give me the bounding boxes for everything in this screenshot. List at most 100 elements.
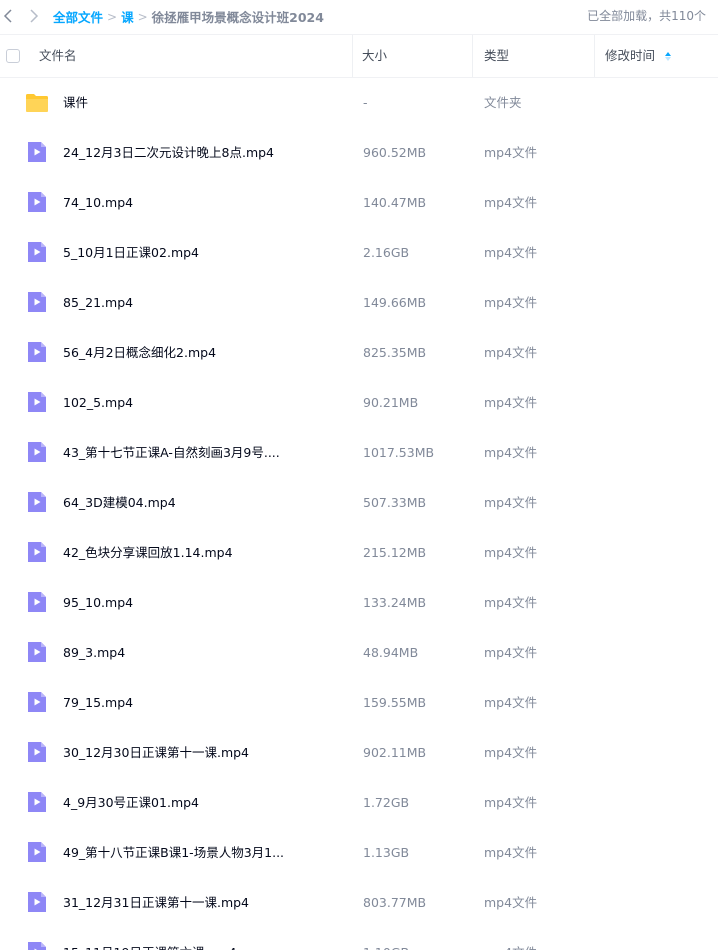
video-file-icon bbox=[25, 690, 49, 714]
breadcrumb: 全部文件 > 课 > 徐拯雁甲场景概念设计班2024 bbox=[53, 0, 324, 33]
file-row[interactable]: 15_11月19日正课第六课.mp4 1.10GB mp4文件 bbox=[0, 928, 718, 950]
file-list-header: 文件名 大小 类型 修改时间 bbox=[0, 34, 718, 78]
file-row[interactable]: 79_15.mp4 159.55MB mp4文件 bbox=[0, 678, 718, 728]
file-size: 960.52MB bbox=[363, 145, 427, 160]
file-type: mp4文件 bbox=[484, 895, 538, 910]
file-type: mp4文件 bbox=[484, 395, 538, 410]
file-row[interactable]: 85_21.mp4 149.66MB mp4文件 bbox=[0, 278, 718, 328]
file-type: mp4文件 bbox=[484, 295, 538, 310]
file-size: 215.12MB bbox=[363, 545, 427, 560]
column-divider[interactable] bbox=[472, 35, 473, 77]
breadcrumb-current: 徐拯雁甲场景概念设计班2024 bbox=[151, 10, 324, 25]
file-row[interactable]: 56_4月2日概念细化2.mp4 825.35MB mp4文件 bbox=[0, 328, 718, 378]
file-name[interactable]: 89_3.mp4 bbox=[63, 628, 125, 678]
file-name[interactable]: 79_15.mp4 bbox=[63, 678, 133, 728]
file-name[interactable]: 42_色块分享课回放1.14.mp4 bbox=[63, 528, 233, 578]
load-status-text: 已全部加载，共110个 bbox=[587, 9, 706, 23]
column-header-mtime[interactable]: 修改时间 bbox=[605, 35, 672, 77]
file-name[interactable]: 85_21.mp4 bbox=[63, 278, 133, 328]
file-size: 149.66MB bbox=[363, 295, 427, 310]
file-type: mp4文件 bbox=[484, 745, 538, 760]
file-name[interactable]: 74_10.mp4 bbox=[63, 178, 133, 228]
file-row[interactable]: 64_3D建模04.mp4 507.33MB mp4文件 bbox=[0, 478, 718, 528]
video-file-icon bbox=[25, 840, 49, 864]
file-name[interactable]: 95_10.mp4 bbox=[63, 578, 133, 628]
file-size: 1.72GB bbox=[363, 795, 410, 810]
breadcrumb-level1[interactable]: 课 bbox=[121, 7, 134, 26]
folder-icon bbox=[25, 91, 49, 115]
file-type: 文件夹 bbox=[484, 95, 522, 110]
video-file-icon bbox=[25, 790, 49, 814]
file-name[interactable]: 102_5.mp4 bbox=[63, 378, 133, 428]
file-name[interactable]: 5_10月1日正课02.mp4 bbox=[63, 228, 199, 278]
file-size: 140.47MB bbox=[363, 195, 427, 210]
file-type: mp4文件 bbox=[484, 695, 538, 710]
file-row[interactable]: 102_5.mp4 90.21MB mp4文件 bbox=[0, 378, 718, 428]
file-type: mp4文件 bbox=[484, 145, 538, 160]
video-file-icon bbox=[25, 590, 49, 614]
video-file-icon bbox=[25, 340, 49, 364]
forward-arrow-icon[interactable] bbox=[26, 8, 42, 24]
file-name[interactable]: 56_4月2日概念细化2.mp4 bbox=[63, 328, 216, 378]
video-file-icon bbox=[25, 390, 49, 414]
file-name[interactable]: 15_11月19日正课第六课.mp4 bbox=[63, 928, 237, 950]
file-type: mp4文件 bbox=[484, 195, 538, 210]
file-size: 90.21MB bbox=[363, 395, 419, 410]
file-size: 159.55MB bbox=[363, 695, 427, 710]
file-name[interactable]: 43_第十七节正课A-自然刻画3月9号.... bbox=[63, 428, 280, 478]
column-divider[interactable] bbox=[594, 35, 595, 77]
file-row[interactable]: 49_第十八节正课B课1-场景人物3月1... 1.13GB mp4文件 bbox=[0, 828, 718, 878]
video-file-icon bbox=[25, 290, 49, 314]
file-size: 902.11MB bbox=[363, 745, 427, 760]
file-row[interactable]: 31_12月31日正课第十一课.mp4 803.77MB mp4文件 bbox=[0, 878, 718, 928]
file-type: mp4文件 bbox=[484, 545, 538, 560]
file-name[interactable]: 24_12月3日二次元设计晚上8点.mp4 bbox=[63, 128, 274, 178]
column-header-type[interactable]: 类型 bbox=[484, 35, 509, 77]
breadcrumb-root[interactable]: 全部文件 bbox=[53, 7, 103, 26]
file-size: 825.35MB bbox=[363, 345, 427, 360]
file-type: mp4文件 bbox=[484, 495, 538, 510]
file-name[interactable]: 4_9月30号正课01.mp4 bbox=[63, 778, 199, 828]
file-name[interactable]: 课件 bbox=[63, 78, 88, 128]
back-arrow-icon[interactable] bbox=[0, 8, 16, 24]
file-type: mp4文件 bbox=[484, 645, 538, 660]
file-row[interactable]: 42_色块分享课回放1.14.mp4 215.12MB mp4文件 bbox=[0, 528, 718, 578]
file-name[interactable]: 30_12月30日正课第十一课.mp4 bbox=[63, 728, 249, 778]
file-row[interactable]: 课件 - 文件夹 bbox=[0, 78, 718, 128]
video-file-icon bbox=[25, 240, 49, 264]
video-file-icon bbox=[25, 440, 49, 464]
video-file-icon bbox=[25, 190, 49, 214]
video-file-icon bbox=[25, 140, 49, 164]
file-size: 133.24MB bbox=[363, 595, 427, 610]
sort-icon[interactable] bbox=[665, 50, 672, 62]
video-file-icon bbox=[25, 540, 49, 564]
column-divider[interactable] bbox=[352, 35, 353, 77]
file-row[interactable]: 74_10.mp4 140.47MB mp4文件 bbox=[0, 178, 718, 228]
file-name[interactable]: 31_12月31日正课第十一课.mp4 bbox=[63, 878, 249, 928]
video-file-icon bbox=[25, 890, 49, 914]
file-size: 2.16GB bbox=[363, 245, 410, 260]
column-header-mtime-label: 修改时间 bbox=[605, 48, 656, 63]
file-row[interactable]: 89_3.mp4 48.94MB mp4文件 bbox=[0, 628, 718, 678]
select-all-checkbox[interactable] bbox=[6, 49, 20, 63]
video-file-icon bbox=[25, 740, 49, 764]
file-size: 1017.53MB bbox=[363, 445, 435, 460]
file-name[interactable]: 49_第十八节正课B课1-场景人物3月1... bbox=[63, 828, 284, 878]
file-row[interactable]: 30_12月30日正课第十一课.mp4 902.11MB mp4文件 bbox=[0, 728, 718, 778]
file-size: 507.33MB bbox=[363, 495, 427, 510]
file-type: mp4文件 bbox=[484, 245, 538, 260]
file-type: mp4文件 bbox=[484, 595, 538, 610]
file-size: 803.77MB bbox=[363, 895, 427, 910]
column-header-size[interactable]: 大小 bbox=[362, 35, 387, 77]
file-row[interactable]: 24_12月3日二次元设计晚上8点.mp4 960.52MB mp4文件 bbox=[0, 128, 718, 178]
file-row[interactable]: 4_9月30号正课01.mp4 1.72GB mp4文件 bbox=[0, 778, 718, 828]
file-type: mp4文件 bbox=[484, 445, 538, 460]
file-row[interactable]: 43_第十七节正课A-自然刻画3月9号.... 1017.53MB mp4文件 bbox=[0, 428, 718, 478]
file-type: mp4文件 bbox=[484, 795, 538, 810]
column-header-name[interactable]: 文件名 bbox=[39, 35, 77, 77]
file-row[interactable]: 95_10.mp4 133.24MB mp4文件 bbox=[0, 578, 718, 628]
video-file-icon bbox=[25, 940, 49, 950]
file-name[interactable]: 64_3D建模04.mp4 bbox=[63, 478, 176, 528]
file-row[interactable]: 5_10月1日正课02.mp4 2.16GB mp4文件 bbox=[0, 228, 718, 278]
file-size: - bbox=[363, 95, 368, 110]
